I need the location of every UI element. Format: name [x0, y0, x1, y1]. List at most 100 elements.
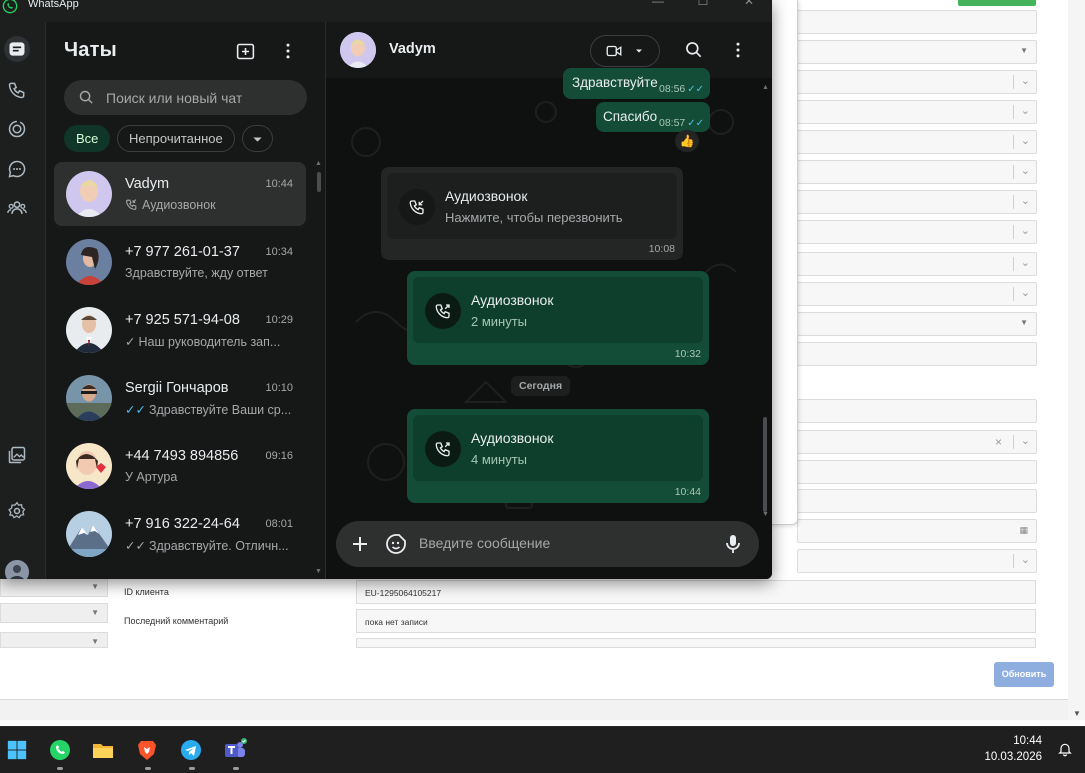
search-icon[interactable] — [683, 39, 705, 61]
profile-avatar[interactable] — [5, 560, 29, 579]
clock-date[interactable]: 10.03.2026 — [984, 751, 1042, 763]
call-card[interactable]: Аудиозвонок Нажмите, чтобы перезвонить — [387, 173, 677, 239]
brave-icon[interactable] — [134, 737, 160, 763]
status-icon[interactable] — [4, 116, 30, 142]
scroll-down-arrow[interactable]: ▼ — [315, 568, 322, 575]
conversation-scrollbar[interactable] — [763, 417, 767, 512]
conversation-panel: Vadym Здравствуйте 08:56 ✓✓ Спасибо 08:57… — [326, 22, 772, 579]
crm-select[interactable]: ⌄ — [797, 220, 1037, 244]
chat-item[interactable]: +7 925 571-94-08 10:29 ✓ Наш руководитель… — [54, 298, 306, 362]
whatsapp-icon[interactable] — [47, 737, 73, 763]
chat-item[interactable]: +44 7493 894856 09:16 У Артура — [54, 434, 306, 498]
calendar-icon[interactable]: ▦ — [1019, 525, 1028, 536]
crm-select[interactable]: × ⌄ — [797, 430, 1037, 454]
filter-more[interactable] — [242, 125, 273, 152]
running-indicator — [233, 767, 239, 770]
delivered-ticks-icon: ✓✓ — [125, 539, 146, 553]
menu-dots-icon[interactable] — [727, 39, 749, 61]
new-chat-icon[interactable] — [234, 40, 256, 62]
chat-item[interactable]: Sergii Гончаров 10:10 ✓✓ Здравствуйте Ваш… — [54, 366, 306, 430]
titlebar[interactable]: WhatsApp — ☐ ✕ — [0, 0, 772, 22]
message-bubble-outgoing[interactable]: Здравствуйте 08:56 ✓✓ — [563, 68, 710, 99]
filter-unread[interactable]: Непрочитанное — [117, 125, 235, 152]
crm-left-select[interactable]: ▼ — [0, 632, 108, 648]
crm-select[interactable]: ⌄ — [797, 130, 1037, 154]
crm-left-select[interactable]: ▼ — [0, 577, 108, 597]
chat-item[interactable]: +7 977 261-01-37 10:34 Здравствуйте, жду… — [54, 230, 306, 294]
contact-avatar[interactable] — [340, 32, 376, 68]
crm-field-cut[interactable] — [356, 638, 1036, 648]
crm-field[interactable] — [797, 489, 1037, 513]
update-button[interactable]: Обновить — [994, 662, 1054, 687]
crm-select[interactable]: ⌄ — [797, 282, 1037, 306]
communities-icon[interactable] — [4, 195, 30, 221]
chat-preview-text: Здравствуйте. Отличн... — [148, 539, 289, 553]
message-bubble-outgoing[interactable]: Аудиозвонок 2 минуты 10:32 — [407, 271, 709, 365]
notification-bell-icon[interactable] — [1057, 741, 1073, 757]
clock-time[interactable]: 10:44 — [1013, 735, 1042, 747]
maximize-icon[interactable]: ☐ — [693, 0, 713, 8]
message-bubble-outgoing[interactable]: Аудиозвонок 4 минуты 10:44 — [407, 409, 709, 503]
crm-date-field[interactable]: ▦ — [797, 519, 1037, 543]
crm-select[interactable]: ⌄ — [797, 549, 1037, 573]
media-icon[interactable] — [4, 442, 30, 468]
chat-preview: Аудиозвонок — [125, 198, 295, 212]
crm-select[interactable]: ▼ — [797, 40, 1037, 64]
minimize-icon[interactable]: — — [648, 0, 668, 8]
message-composer[interactable]: Введите сообщение — [336, 521, 759, 567]
chats-title: Чаты — [64, 39, 117, 61]
crm-select[interactable]: ⌄ — [797, 100, 1037, 124]
crm-select[interactable]: ⌄ — [797, 70, 1037, 94]
crm-select[interactable]: ⌄ — [797, 252, 1037, 276]
last-comment-value[interactable]: пока нет записи — [356, 609, 1036, 633]
channels-icon[interactable] — [4, 156, 30, 182]
chat-preview-text: Наш руководитель зап... — [138, 335, 281, 349]
contact-name[interactable]: Vadym — [389, 41, 436, 57]
reaction-badge[interactable]: 👍 — [675, 130, 699, 152]
filter-all[interactable]: Все — [64, 125, 111, 152]
search-input[interactable]: Поиск или новый чат — [64, 80, 307, 115]
crm-scrollbar[interactable]: ▼ — [1068, 0, 1085, 720]
crm-field[interactable] — [797, 399, 1037, 423]
crm-field[interactable] — [797, 10, 1037, 34]
last-comment-label: Последний комментарий — [124, 616, 229, 626]
chat-name: Vadym — [125, 176, 170, 192]
scroll-up-arrow[interactable]: ▲ — [762, 84, 769, 91]
telegram-icon[interactable] — [178, 737, 204, 763]
call-icon-wrap — [399, 189, 435, 225]
microphone-icon[interactable] — [721, 532, 745, 556]
chat-item-vadym[interactable]: Vadym 10:44 Аудиозвонок — [54, 162, 306, 226]
menu-dots-icon[interactable] — [277, 40, 299, 62]
windows-start-icon[interactable] — [4, 737, 30, 763]
clear-icon[interactable]: × — [995, 435, 1002, 449]
call-card[interactable]: Аудиозвонок 2 минуты — [413, 277, 703, 343]
day-separator: Сегодня — [511, 376, 571, 396]
client-id-value[interactable]: EU-1295064105217 — [356, 580, 1036, 604]
chevron-down-icon — [253, 137, 262, 142]
chat-list-scrollbar[interactable] — [317, 172, 321, 192]
crm-select[interactable]: ⌄ — [797, 190, 1037, 214]
settings-icon[interactable] — [4, 498, 30, 524]
call-card[interactable]: Аудиозвонок 4 минуты — [413, 415, 703, 481]
crm-field[interactable] — [797, 460, 1037, 484]
call-subtitle: 2 минуты — [471, 314, 528, 329]
scroll-down-arrow[interactable]: ▼ — [762, 511, 769, 518]
call-button[interactable] — [590, 35, 660, 67]
message-bubble-outgoing[interactable]: Спасибо 08:57 ✓✓ — [596, 102, 710, 132]
chat-item[interactable]: +7 916 322-24-64 08:01 ✓✓ Здравствуйте. О… — [54, 502, 306, 566]
call-subtitle: 4 минуты — [471, 452, 528, 467]
message-bubble-incoming[interactable]: Аудиозвонок Нажмите, чтобы перезвонить 1… — [381, 167, 683, 260]
teams-icon[interactable] — [222, 737, 248, 763]
crm-field[interactable] — [797, 342, 1037, 366]
file-explorer-icon[interactable] — [90, 737, 116, 763]
crm-green-button[interactable] — [958, 0, 1036, 6]
calls-icon[interactable] — [4, 77, 30, 103]
sticker-icon[interactable] — [384, 532, 408, 556]
scroll-up-arrow[interactable]: ▲ — [315, 160, 322, 167]
attach-plus-icon[interactable] — [348, 532, 372, 556]
chats-icon[interactable] — [4, 36, 30, 62]
crm-select[interactable]: ⌄ — [797, 160, 1037, 184]
crm-left-select[interactable]: ▼ — [0, 603, 108, 623]
close-icon[interactable]: ✕ — [739, 0, 759, 8]
crm-select[interactable]: ▼ — [797, 312, 1037, 336]
